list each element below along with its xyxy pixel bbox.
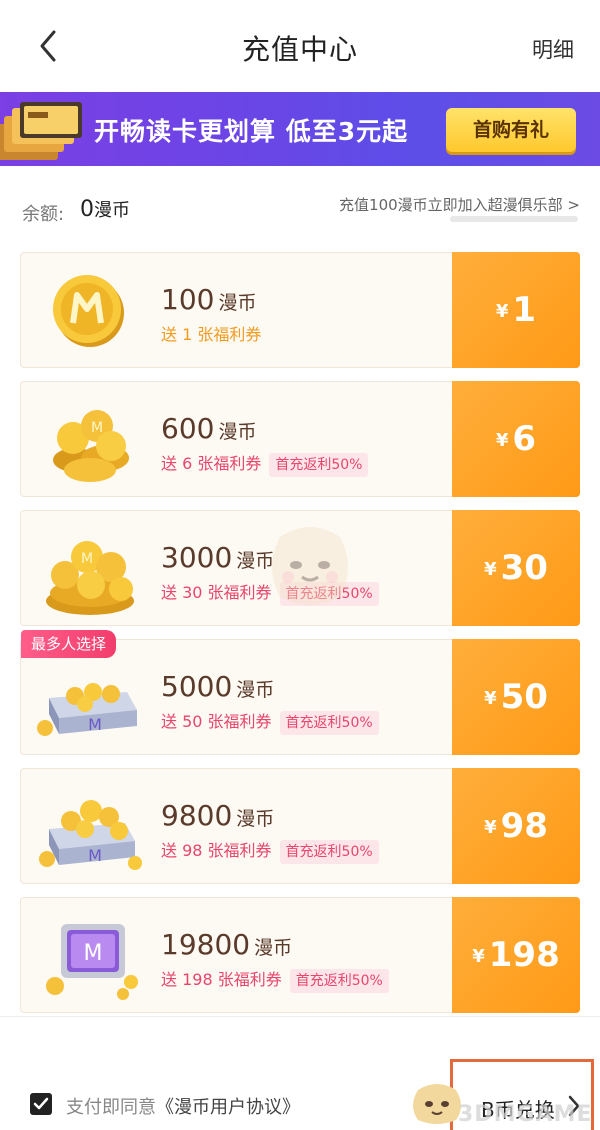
svg-text:M: M <box>84 941 103 966</box>
amount-unit: 漫币 <box>218 292 257 314</box>
amount-value: 19800 <box>161 928 251 961</box>
package-gift: 送 98 张福利券 首充返利50% <box>161 837 379 864</box>
watermark-text: 3DMGAME <box>458 1102 593 1127</box>
promo-badge: 首充返利50% <box>289 968 389 993</box>
banner-text: 开畅读卡更划算 低至3元起 <box>94 117 409 146</box>
svg-text:M: M <box>88 715 102 734</box>
price-value: 30 <box>500 548 548 588</box>
package-item-9800[interactable]: M 9800 漫币 送 98 张福利券 首充返利50% ¥98 <box>20 768 580 884</box>
promo-badge: 首充返利50% <box>279 710 379 735</box>
gift-text: 送 6 张福利券 <box>161 454 262 473</box>
svg-text:M: M <box>88 846 102 865</box>
read-card-banner[interactable]: 开畅读卡更划算 低至3元起 首购有礼 <box>0 92 600 166</box>
price-value: 50 <box>500 677 548 717</box>
amount-unit: 漫币 <box>236 679 275 701</box>
package-gift: 送 198 张福利券 首充返利50% <box>161 966 389 993</box>
cards-illustration-icon <box>0 102 82 160</box>
price-button[interactable]: ¥1 <box>452 252 580 368</box>
price-button[interactable]: ¥198 <box>452 897 580 1013</box>
package-item-600[interactable]: M 600 漫币 送 6 张福利券 首充返利50% ¥6 <box>20 381 580 497</box>
price-value: 198 <box>488 935 560 975</box>
price-button[interactable]: ¥6 <box>452 381 580 497</box>
balance-unit: 漫币 <box>94 200 130 221</box>
package-item-100[interactable]: 100 漫币 送 1 张福利券 ¥1 <box>20 252 580 368</box>
amount-unit: 漫币 <box>254 937 293 959</box>
package-amount: 100 漫币 <box>161 283 256 316</box>
package-list: 100 漫币 送 1 张福利券 ¥1 M 600 漫币 送 6 张福利券 首充返利50… <box>0 246 600 1064</box>
package-gift: 送 6 张福利券 首充返利50% <box>161 450 369 477</box>
coin-chest-icon: M <box>39 800 142 870</box>
balance-label: 余额: <box>22 204 65 225</box>
package-gift: 送 1 张福利券 <box>161 321 261 345</box>
club-link-underline <box>450 216 578 222</box>
price-button[interactable]: ¥30 <box>452 510 580 626</box>
detail-button[interactable]: 明细 <box>532 34 574 64</box>
amount-value: 100 <box>161 283 215 316</box>
amount-value: 5000 <box>161 670 233 703</box>
price-button[interactable]: ¥50 <box>452 639 580 755</box>
mascot-watermark-icon <box>272 527 348 605</box>
package-item-5000[interactable]: 最多人选择 M 5000 漫币 送 50 张福利券 首充返利50% ¥50 <box>20 630 580 755</box>
currency-symbol: ¥ <box>472 945 485 967</box>
agree-prefix: 支付即同意 <box>66 1097 156 1118</box>
balance-number: 0 <box>80 197 94 222</box>
coin-tray-icon: M <box>37 683 137 736</box>
gift-text: 送 98 张福利券 <box>161 841 272 860</box>
amount-unit: 漫币 <box>218 421 257 443</box>
amount-value: 3000 <box>161 541 233 574</box>
price-value: 1 <box>512 290 537 330</box>
coin-pile-icon: M <box>53 410 129 482</box>
gift-text: 送 50 张福利券 <box>161 712 272 731</box>
package-gift: 送 50 张福利券 首充返利50% <box>161 708 379 735</box>
package-amount: 9800 漫币 <box>161 799 274 832</box>
package-amount: 19800 漫币 <box>161 928 292 961</box>
package-item-19800[interactable]: M 19800 漫币 送 198 张福利券 首充返利50% ¥198 <box>20 897 580 1013</box>
amount-value: 600 <box>161 412 215 445</box>
club-link[interactable]: 充值100漫币立即加入超漫俱乐部 > <box>339 194 580 215</box>
price-button[interactable]: ¥98 <box>452 768 580 884</box>
agreement-link[interactable]: 《漫币用户协议》 <box>156 1097 300 1118</box>
amount-unit: 漫币 <box>236 808 275 830</box>
balance-value: 0漫币 <box>80 196 130 222</box>
agree-checkbox[interactable] <box>30 1093 52 1115</box>
promo-badge: 首充返利50% <box>269 452 369 477</box>
package-amount: 5000 漫币 <box>161 670 274 703</box>
currency-symbol: ¥ <box>495 429 509 451</box>
package-amount: 3000 漫币 <box>161 541 274 574</box>
price-value: 6 <box>512 419 537 459</box>
promo-badge: 首充返利50% <box>279 839 379 864</box>
svg-text:M: M <box>91 420 103 436</box>
package-amount: 600 漫币 <box>161 412 256 445</box>
gift-text: 送 198 张福利券 <box>161 970 282 989</box>
currency-symbol: ¥ <box>495 300 509 322</box>
svg-text:M: M <box>81 551 93 567</box>
gift-text: 送 1 张福利券 <box>161 325 262 344</box>
header: 充值中心 明细 <box>0 0 600 92</box>
treasure-case-icon: M <box>46 924 138 1000</box>
currency-symbol: ¥ <box>484 687 497 709</box>
coin-heap-icon: M <box>46 541 134 615</box>
page-title: 充值中心 <box>241 33 358 66</box>
currency-symbol: ¥ <box>484 816 497 838</box>
agreement-text: 支付即同意《漫币用户协议》 <box>66 1093 300 1119</box>
first-purchase-gift-button[interactable]: 首购有礼 <box>446 108 576 152</box>
price-value: 98 <box>500 806 548 846</box>
currency-symbol: ¥ <box>484 558 497 580</box>
single-coin-icon <box>53 275 124 347</box>
balance-row: 余额: 0漫币 充值100漫币立即加入超漫俱乐部 > <box>0 166 600 246</box>
gift-text: 送 30 张福利券 <box>161 583 272 602</box>
amount-value: 9800 <box>161 799 233 832</box>
